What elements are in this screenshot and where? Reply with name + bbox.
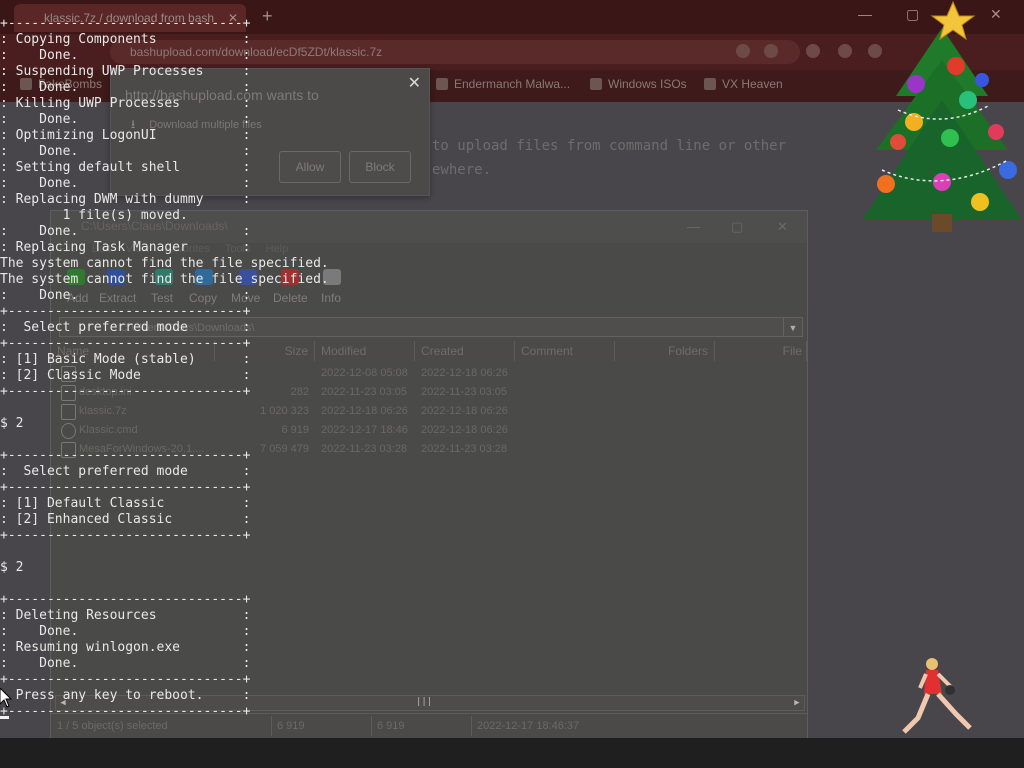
- console-line: : Resuming winlogon.exe :: [0, 640, 251, 655]
- console-line: +------------------------------+: [0, 672, 251, 687]
- console-line: : Suspending UWP Processes :: [0, 64, 251, 79]
- column-files[interactable]: File: [715, 341, 807, 361]
- console-line: : [1] Basic Mode (stable) :: [0, 352, 251, 367]
- console-line: +------------------------------+: [0, 480, 251, 495]
- console-line: +------------------------------+: [0, 304, 251, 319]
- console-line: The system cannot find the file specifie…: [0, 272, 329, 287]
- bookmark-item[interactable]: Endermanch Malwa...: [436, 70, 570, 102]
- console-line: +------------------------------+: [0, 336, 251, 351]
- console-line: : Optimizing LogonUI :: [0, 128, 251, 143]
- minimize-icon[interactable]: —: [687, 219, 700, 234]
- console-line: +------------------------------+: [0, 528, 251, 543]
- console-line: The system cannot find the file specifie…: [0, 256, 329, 271]
- christmas-tree-icon: [862, 0, 1022, 232]
- windows-icon: [590, 78, 602, 90]
- bookmark-label: Windows ISOs: [608, 77, 687, 91]
- file-created: 2022-12-18 06:26: [421, 405, 508, 417]
- column-comment[interactable]: Comment: [515, 341, 615, 361]
- status-divider: [471, 716, 472, 736]
- console-line: : Done. :: [0, 656, 251, 671]
- status-date: 2022-12-17 18:46:37: [477, 720, 580, 732]
- page-paragraph: ewhere.: [432, 162, 492, 178]
- console-line: : Done. :: [0, 48, 251, 63]
- file-created: 2022-12-18 06:26: [421, 424, 508, 436]
- bookmark-item[interactable]: Windows ISOs: [590, 70, 687, 102]
- taskbar: [0, 738, 1024, 768]
- console-line: +------------------------------+: [0, 384, 251, 399]
- console-line: $ 2: [0, 560, 24, 575]
- console-line: : Replacing Task Manager :: [0, 240, 251, 255]
- extension-icon[interactable]: [806, 44, 820, 58]
- console-line: : Done. :: [0, 624, 251, 639]
- file-created: 2022-11-23 03:28: [421, 443, 508, 455]
- console-caret: [0, 716, 9, 719]
- console-line: : Deleting Resources :: [0, 608, 251, 623]
- file-created: 2022-11-23 03:05: [421, 386, 508, 398]
- console-output: +------------------------------+: Copyin…: [0, 16, 420, 726]
- scroll-right-icon[interactable]: ▶: [790, 696, 804, 710]
- console-line: : Done. :: [0, 80, 251, 95]
- console-line: : Select preferred mode :: [0, 320, 251, 335]
- console-line: : [2] Enhanced Classic :: [0, 512, 251, 527]
- console-line: : Press any key to reboot. :: [0, 688, 251, 703]
- console-line: : [2] Classic Mode :: [0, 368, 251, 383]
- console-line: : Select preferred mode :: [0, 464, 251, 479]
- column-created[interactable]: Created: [415, 341, 515, 361]
- share-icon[interactable]: [764, 44, 778, 58]
- dancer-figure-icon: [902, 658, 972, 734]
- chevron-down-icon[interactable]: ▼: [783, 318, 802, 336]
- console-line: : Done. :: [0, 176, 251, 191]
- console-line: : Replacing DWM with dummy :: [0, 192, 251, 207]
- console-line: : Copying Components :: [0, 32, 251, 47]
- file-created: 2022-12-18 06:26: [421, 367, 508, 379]
- mouse-pointer-icon: [0, 688, 12, 708]
- bookmark-item[interactable]: VX Heaven: [704, 70, 783, 102]
- page-paragraph: to upload files from command line or oth…: [432, 138, 787, 154]
- key-icon[interactable]: [736, 44, 750, 58]
- console-line: : Done. :: [0, 112, 251, 127]
- bookmark-label: VX Heaven: [722, 77, 783, 91]
- console-line: +------------------------------+: [0, 592, 251, 607]
- console-line: : Setting default shell :: [0, 160, 251, 175]
- console-line: : Killing UWP Processes :: [0, 96, 251, 111]
- profile-icon[interactable]: [838, 44, 852, 58]
- bookmark-label: Endermanch Malwa...: [454, 77, 571, 91]
- console-line: $ 2: [0, 416, 24, 431]
- bookmark-icon: [436, 78, 448, 90]
- console-line: : Done. :: [0, 224, 251, 239]
- close-icon[interactable]: ✕: [777, 219, 788, 235]
- maximize-icon[interactable]: ▢: [731, 219, 743, 235]
- console-line: : [1] Default Classic :: [0, 496, 251, 511]
- bookmark-icon: [704, 78, 716, 90]
- console-line: : Done. :: [0, 144, 251, 159]
- column-folders[interactable]: Folders: [615, 341, 715, 361]
- console-line: +------------------------------+: [0, 448, 251, 463]
- console-line: : Done. :: [0, 288, 251, 303]
- console-line: +------------------------------+: [0, 16, 251, 31]
- console-line: +------------------------------+: [0, 704, 251, 719]
- console-line: 1 file(s) moved.: [0, 208, 188, 223]
